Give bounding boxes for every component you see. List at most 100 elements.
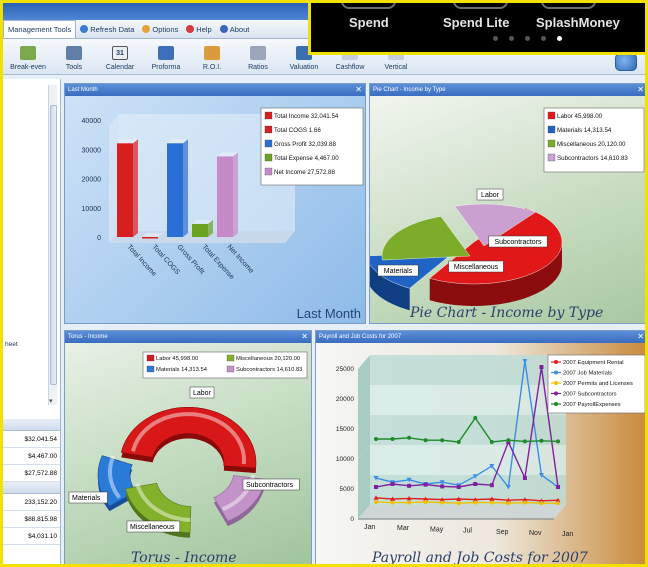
page-dot[interactable] — [493, 36, 498, 41]
page-dot[interactable] — [509, 36, 514, 41]
data-point — [456, 440, 461, 444]
y-tick-label: 20000 — [82, 177, 102, 184]
svg-text:Labor: Labor — [193, 390, 212, 397]
data-point — [423, 500, 428, 504]
close-icon[interactable]: ✕ — [637, 331, 644, 343]
pane-title: Last Month — [65, 84, 365, 96]
phone-app-overlay: Spend Spend Lite SplashMoney — [308, 3, 645, 55]
data-point — [489, 440, 494, 444]
table-cell: $4,467.00 — [3, 448, 60, 465]
page-dot[interactable] — [541, 36, 546, 41]
pie-slice — [381, 216, 471, 261]
legend-item: Subcontractors 14,610.83 — [236, 367, 302, 373]
data-point — [390, 482, 395, 486]
svg-text:Miscellaneous: Miscellaneous — [454, 264, 499, 271]
roi-icon — [204, 46, 220, 60]
tab-help[interactable]: Help — [182, 21, 215, 38]
slice-label: Subcontractors — [488, 235, 548, 248]
close-icon[interactable]: ✕ — [637, 84, 644, 96]
data-point — [539, 438, 544, 443]
x-tick-label: Jan — [364, 524, 375, 531]
close-icon[interactable]: ✕ — [301, 331, 308, 343]
legend-item: Total Income 32,041.54 — [274, 113, 339, 120]
y-tick-label: 20000 — [336, 396, 354, 403]
data-point — [489, 500, 494, 505]
legend-item: Labor 45,998.00 — [156, 356, 198, 362]
table-cell: $4,031.10 — [3, 528, 60, 545]
legend-item: Miscellaneous 20,120.00 — [557, 141, 626, 148]
data-point — [489, 483, 494, 488]
table-cell: $27,572.88 — [3, 465, 60, 482]
tool-label: Tools — [65, 64, 83, 71]
tool-r-o-i-[interactable]: R.O.I. — [189, 40, 235, 74]
scrollbar-thumb[interactable] — [50, 105, 57, 385]
svg-text:Subcontractors: Subcontractors — [246, 482, 294, 489]
data-point — [539, 501, 544, 506]
app-button-spend[interactable] — [341, 3, 396, 9]
chart-legend: 2007 Equipment Rental 2007 Job Materials 2… — [547, 354, 645, 414]
tool-calendar[interactable]: 31 Calendar — [97, 40, 143, 74]
data-point — [374, 485, 378, 489]
tab-refresh-data[interactable]: Refresh Data — [76, 21, 138, 38]
pane-title: Payroll and Job Costs for 2007 — [316, 331, 645, 343]
bar — [117, 139, 138, 237]
tab-management-tools[interactable]: Management Tools — [3, 20, 77, 38]
bar — [192, 219, 213, 237]
app-button-splashmoney[interactable] — [541, 3, 596, 9]
tool-break-even[interactable]: Break-even — [5, 40, 51, 74]
x-tick-label: Sep — [496, 529, 509, 536]
tab-label: Help — [196, 24, 212, 34]
data-point — [556, 501, 560, 506]
pane-torus: Torus - Income ✕ Labor Materials Miscellan… — [64, 330, 312, 564]
data-point — [506, 501, 511, 506]
legend-item: Miscellaneous 20,120.00 — [236, 356, 300, 362]
y-tick-label: 0 — [97, 235, 101, 242]
chart-legend: Labor 45,998.00 Miscellaneous 20,120.00 Ma… — [142, 351, 308, 379]
scroll-down-icon[interactable]: ▾ — [49, 397, 53, 405]
legend-swatch — [547, 125, 556, 134]
tool-proforma[interactable]: Proforma — [143, 40, 189, 74]
tab-about[interactable]: About — [216, 21, 254, 38]
y-tick-label: 0 — [350, 516, 354, 523]
data-point — [440, 484, 445, 489]
legend-swatch — [264, 153, 273, 162]
left-panel-scrollbar[interactable] — [48, 85, 57, 405]
grid-band — [370, 355, 566, 385]
tab-options[interactable]: Options — [138, 21, 182, 38]
pane-caption: Pie Chart - Income by Type — [410, 305, 604, 321]
bar — [167, 139, 188, 237]
pane-pie-chart: Pie Chart - Income by Type ✕ Labor Materi… — [369, 83, 645, 324]
legend-swatch — [146, 354, 155, 362]
legend-item: Net Income 27,572.88 — [274, 169, 335, 176]
legend-item: 2007 Job Materials — [563, 371, 612, 377]
data-point — [407, 483, 412, 488]
app-button-spend-lite[interactable] — [453, 3, 508, 9]
legend-swatch — [547, 139, 556, 148]
page-dot[interactable] — [557, 36, 562, 41]
legend-item: Total COGS 1.66 — [274, 127, 321, 134]
page-dot[interactable] — [525, 36, 530, 41]
refresh-icon — [80, 25, 89, 33]
legend-swatch — [264, 125, 273, 134]
data-point — [473, 500, 478, 505]
tool-tools[interactable]: Tools — [51, 40, 97, 74]
tool-label: Ratios — [248, 64, 268, 71]
y-tick-label: 10000 — [336, 456, 354, 463]
data-point — [374, 500, 378, 504]
app-window: Management Tools Refresh Data Options Help A… — [0, 0, 648, 567]
slice-label: Miscellaneous — [448, 260, 504, 273]
segment-label: Miscellaneous — [126, 520, 181, 533]
help-icon — [186, 25, 195, 33]
bar — [217, 152, 238, 237]
table-header — [3, 419, 60, 431]
y-tick-label: 25000 — [336, 366, 354, 373]
tool-label: Calendar — [105, 64, 135, 71]
tool-ratios[interactable]: Ratios — [235, 40, 281, 74]
legend-item: Materials 14,313.54 — [156, 367, 208, 373]
legend-swatch — [226, 365, 235, 373]
close-icon[interactable]: ✕ — [355, 84, 362, 96]
legend-swatch — [264, 111, 273, 120]
data-point — [522, 439, 527, 444]
legend-item: Labor 45,998.00 — [557, 113, 603, 120]
app-orb-icon[interactable] — [615, 53, 637, 71]
